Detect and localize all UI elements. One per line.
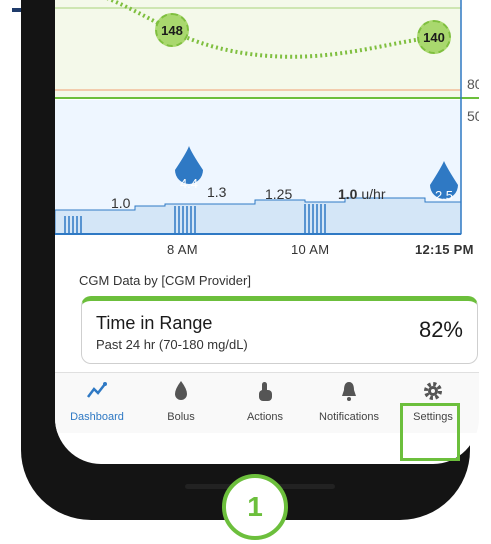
glucose-reading-bubble: 148 — [155, 13, 189, 47]
tab-dashboard[interactable]: Dashboard — [55, 373, 139, 433]
current-basal-rate: 1.0 u/hr — [338, 186, 385, 202]
tab-actions[interactable]: Actions — [223, 373, 307, 433]
basal-rate-label: 1.0 — [111, 195, 131, 211]
time-in-range-title: Time in Range — [96, 313, 213, 333]
time-in-range-value: 82% — [418, 317, 463, 342]
tab-label: Dashboard — [70, 411, 124, 423]
time-in-range-card[interactable]: Time in Range Past 24 hr (70-180 mg/dL) … — [81, 296, 478, 364]
time-axis-label: 8 AM — [167, 242, 198, 257]
bell-icon — [342, 382, 356, 401]
bolus-amount: 4.4 — [179, 176, 199, 191]
y-axis-label: 80 — [467, 76, 479, 92]
cgm-provider-label: CGM Data by [CGM Provider] — [79, 273, 251, 288]
app-screen: 148 140 200 80 50 4.4 2.5 1.0 1.3 1.25 1… — [55, 0, 479, 464]
step-number-badge: 1 — [222, 474, 288, 540]
y-axis-label: 50 — [467, 108, 479, 124]
basal-rate-label: 1.3 — [207, 184, 227, 200]
current-time-label: 12:15 PM — [415, 242, 474, 257]
tap-icon — [259, 382, 272, 401]
tab-notifications[interactable]: Notifications — [307, 373, 391, 433]
current-basal-unit: u/hr — [361, 186, 386, 202]
time-in-range-subtitle: Past 24 hr (70-180 mg/dL) — [96, 337, 248, 352]
target-range-band — [55, 0, 461, 98]
drop-icon — [175, 381, 187, 400]
tab-label: Actions — [246, 411, 284, 423]
glucose-reading-bubble: 140 — [417, 20, 451, 54]
tab-label: Notifications — [319, 411, 379, 423]
tab-bolus[interactable]: Bolus — [139, 373, 223, 433]
glucose-insulin-chart — [55, 0, 479, 235]
gear-icon — [424, 382, 442, 400]
basal-rate-label: 1.25 — [265, 186, 293, 202]
tab-label: Bolus — [167, 411, 195, 423]
bolus-amount: 2.5 — [434, 188, 454, 203]
settings-highlight-box — [400, 403, 460, 461]
dashboard-icon — [87, 382, 107, 398]
time-axis-label: 10 AM — [291, 242, 330, 257]
current-basal-value: 1.0 — [338, 186, 358, 202]
